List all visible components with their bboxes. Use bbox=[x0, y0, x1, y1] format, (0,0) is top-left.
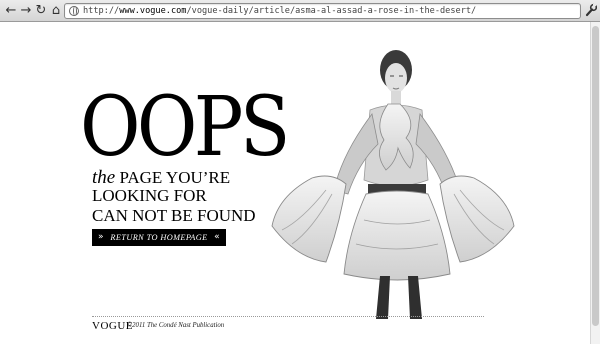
fashion-model-photo bbox=[271, 50, 515, 319]
browser-toolbar: ← → ↻ ⌂ http://www.vogue.com/vogue-daily… bbox=[0, 0, 600, 22]
reload-icon[interactable]: ↻ bbox=[34, 3, 48, 19]
page-youre-text: PAGE YOU’RE bbox=[119, 168, 231, 187]
return-to-homepage-label: RETURN TO HOMEPAGE bbox=[110, 233, 208, 242]
url-host: www.vogue.com bbox=[119, 6, 187, 16]
error-line-1: the PAGE YOU’RE bbox=[92, 168, 230, 188]
wrench-icon-shape bbox=[585, 3, 598, 17]
url-text[interactable]: http://www.vogue.com/vogue-daily/article… bbox=[83, 5, 576, 17]
error-line-3: CAN NOT BE FOUND bbox=[92, 206, 256, 225]
home-icon[interactable]: ⌂ bbox=[49, 3, 63, 19]
url-scheme: http:// bbox=[83, 6, 120, 16]
error-line-2: LOOKING FOR bbox=[92, 186, 207, 205]
vertical-scrollbar[interactable] bbox=[590, 22, 600, 344]
return-to-homepage-button[interactable]: » RETURN TO HOMEPAGE « bbox=[92, 229, 226, 246]
globe-icon bbox=[69, 6, 79, 16]
url-path: /vogue-daily/article/asma-al-assad-a-ros… bbox=[186, 6, 477, 16]
forward-icon[interactable]: → bbox=[19, 3, 33, 19]
chevron-left-icon: « bbox=[214, 232, 220, 242]
address-bar[interactable]: http://www.vogue.com/vogue-daily/article… bbox=[64, 3, 581, 19]
footer-divider bbox=[92, 316, 484, 317]
chevron-right-icon: » bbox=[98, 232, 104, 242]
footer-copyright: ©2011 The Condé Nast Publication bbox=[127, 322, 225, 329]
back-icon[interactable]: ← bbox=[4, 3, 18, 19]
scrollbar-thumb[interactable] bbox=[592, 26, 599, 326]
the-word: the bbox=[92, 167, 116, 188]
wrench-icon[interactable] bbox=[585, 3, 598, 19]
